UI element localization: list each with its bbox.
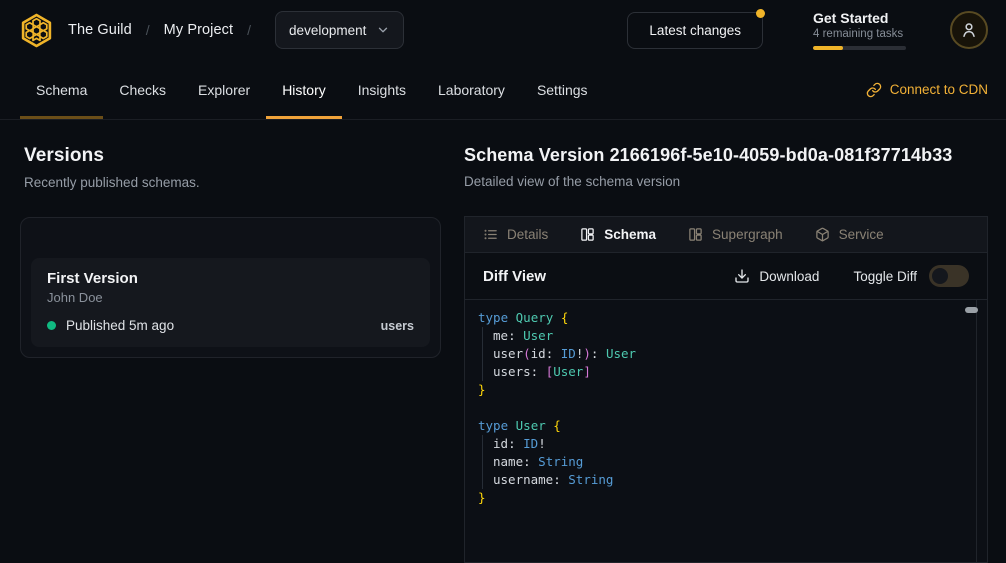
user-avatar[interactable] <box>950 11 988 49</box>
indent-guide <box>482 345 497 363</box>
download-icon <box>734 268 750 284</box>
switch-knob <box>932 268 948 284</box>
code-line: type Query { <box>478 309 961 327</box>
get-started-subtitle: 4 remaining tasks <box>813 28 906 40</box>
cube-icon <box>815 227 830 242</box>
nav-tab-label: Settings <box>537 82 588 98</box>
schema-code-viewer[interactable]: type Query {me: Useruser(id: ID!): Useru… <box>465 300 987 562</box>
connect-to-cdn-link[interactable]: Connect to CDN <box>866 60 988 119</box>
detail-tab-service[interactable]: Service <box>815 227 884 242</box>
code-scrollbar-track <box>976 300 977 562</box>
get-started-widget[interactable]: Get Started 4 remaining tasks <box>813 10 906 50</box>
download-button[interactable]: Download <box>734 268 819 284</box>
published-status-dot <box>47 321 56 330</box>
indent-guide <box>482 435 497 453</box>
breadcrumb-project[interactable]: My Project <box>164 22 234 38</box>
chevron-down-icon <box>376 23 390 37</box>
code-line: me: User <box>478 327 961 345</box>
versions-list-card: First Version John Doe Published 5m ago … <box>20 217 441 358</box>
code-line: name: String <box>478 453 961 471</box>
indent-guide <box>482 453 497 471</box>
versions-column: Versions Recently published schemas. Fir… <box>0 145 464 563</box>
version-list-item[interactable]: First Version John Doe Published 5m ago … <box>31 258 430 347</box>
nav-tab-checks[interactable]: Checks <box>103 60 182 119</box>
version-detail-title: Schema Version 2166196f-5e10-4059-bd0a-0… <box>464 145 988 166</box>
get-started-progress-fill <box>813 46 843 50</box>
nav-tab-explorer[interactable]: Explorer <box>182 60 266 119</box>
code-line: id: ID! <box>478 435 961 453</box>
columns-icon <box>688 227 703 242</box>
nav-tab-laboratory[interactable]: Laboratory <box>422 60 521 119</box>
version-detail-column: Schema Version 2166196f-5e10-4059-bd0a-0… <box>464 145 988 563</box>
code-scrollbar-thumb[interactable] <box>965 307 978 313</box>
nav-tab-insights[interactable]: Insights <box>342 60 422 119</box>
version-author: John Doe <box>47 290 414 305</box>
target-selector-value: development <box>289 23 366 38</box>
nav-tab-history[interactable]: History <box>266 60 342 119</box>
detail-tab-label: Details <box>507 227 548 242</box>
version-detail-subtitle: Detailed view of the schema version <box>464 174 988 189</box>
code-line: type User { <box>478 417 961 435</box>
version-detail-tabs: Details Schema Supergr <box>465 217 987 253</box>
detail-tab-label: Service <box>839 227 884 242</box>
hive-logo-icon[interactable] <box>18 12 55 49</box>
columns-icon <box>580 227 595 242</box>
detail-tab-supergraph[interactable]: Supergraph <box>688 227 783 242</box>
nav-tab-label: Laboratory <box>438 82 505 98</box>
version-detail-panel: Details Schema Supergr <box>464 216 988 563</box>
indent-guide <box>482 363 497 381</box>
code-line: } <box>478 489 961 507</box>
toggle-diff-switch[interactable] <box>929 265 969 287</box>
nav-tab-label: Explorer <box>198 82 250 98</box>
list-icon <box>483 227 498 242</box>
nav-tab-label: History <box>282 82 326 98</box>
indent-guide <box>482 327 497 345</box>
code-line: username: String <box>478 471 961 489</box>
get-started-title: Get Started <box>813 10 906 26</box>
version-status: Published 5m ago <box>66 318 174 333</box>
detail-tab-schema[interactable]: Schema <box>580 227 656 242</box>
diff-view-title: Diff View <box>483 268 546 285</box>
download-label: Download <box>759 269 819 284</box>
toggle-diff-label: Toggle Diff <box>853 269 917 284</box>
code-block: type Query {me: Useruser(id: ID!): Useru… <box>478 309 961 507</box>
detail-tab-label: Supergraph <box>712 227 783 242</box>
nav-tab-label: Schema <box>36 82 87 98</box>
code-line: user(id: ID!): User <box>478 345 961 363</box>
version-service-badge: users <box>381 319 414 333</box>
nav-tab-settings[interactable]: Settings <box>521 60 604 119</box>
breadcrumb-separator: / <box>247 22 251 38</box>
connect-to-cdn-label: Connect to CDN <box>890 82 988 97</box>
code-line <box>478 399 961 417</box>
notification-dot <box>756 9 765 18</box>
app-header: The Guild / My Project / development Lat… <box>0 0 1006 60</box>
person-icon <box>959 20 979 40</box>
link-icon <box>866 82 882 98</box>
detail-tab-details[interactable]: Details <box>483 227 548 242</box>
breadcrumb-org[interactable]: The Guild <box>68 22 132 38</box>
target-navbar: Schema Checks Explorer History Insights … <box>0 60 1006 120</box>
nav-tab-label: Insights <box>358 82 406 98</box>
breadcrumb-separator: / <box>146 22 150 38</box>
versions-subtitle: Recently published schemas. <box>24 175 441 190</box>
code-line: } <box>478 381 961 399</box>
nav-tab-schema[interactable]: Schema <box>20 60 103 119</box>
diff-view-toolbar: Diff View Download Toggle Diff <box>465 253 987 300</box>
indent-guide <box>482 471 497 489</box>
get-started-progressbar <box>813 46 906 50</box>
target-selector-dropdown[interactable]: development <box>275 11 404 49</box>
code-line: users: [User] <box>478 363 961 381</box>
main-content: Versions Recently published schemas. Fir… <box>0 120 1006 563</box>
versions-title: Versions <box>24 145 441 167</box>
breadcrumb: The Guild / My Project / <box>68 22 265 38</box>
latest-changes-button[interactable]: Latest changes <box>627 12 763 49</box>
version-name: First Version <box>47 270 414 287</box>
nav-tab-label: Checks <box>119 82 166 98</box>
detail-tab-label: Schema <box>604 227 656 242</box>
